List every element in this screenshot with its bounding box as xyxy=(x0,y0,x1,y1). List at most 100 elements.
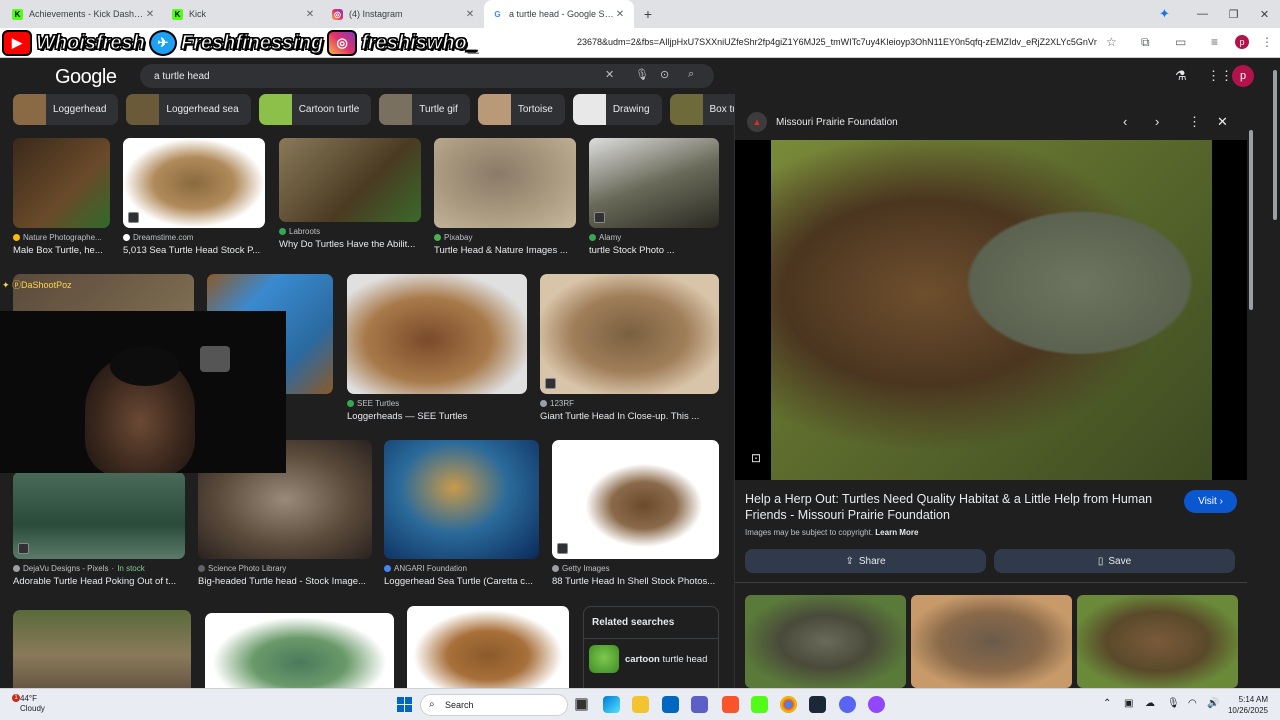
steam-icon[interactable] xyxy=(809,696,826,713)
close-icon[interactable]: ✕ xyxy=(304,9,316,20)
windows-start-icon[interactable] xyxy=(397,697,412,712)
chrome-icon[interactable] xyxy=(780,696,797,713)
image-result-card[interactable]: Nature Photographe... Male Box Turtle, he… xyxy=(13,138,110,256)
image-result-card[interactable] xyxy=(205,613,394,688)
store-icon[interactable] xyxy=(662,696,679,713)
maximize-icon[interactable]: ❐ xyxy=(1218,8,1249,21)
chip-tortoise[interactable]: Tortoise xyxy=(477,94,565,125)
panel-scrollbar[interactable] xyxy=(1248,130,1254,690)
result-title[interactable]: Loggerheads — SEE Turtles xyxy=(347,411,527,422)
taskbar-search[interactable]: ⌕ Search xyxy=(420,694,568,716)
result-source[interactable]: ANGARI Foundation xyxy=(384,564,539,573)
network-icon[interactable]: ☁ xyxy=(1145,698,1155,709)
tray-overflow-icon[interactable]: ⌃ xyxy=(1103,698,1111,709)
chip-box-turtle[interactable]: Box turtle xyxy=(669,94,734,125)
image-result-card[interactable]: Dreamstime.com 5,013 Sea Turtle Head Stoc… xyxy=(123,138,265,256)
copilot-icon[interactable] xyxy=(603,696,620,713)
google-account-avatar[interactable]: p xyxy=(1232,65,1254,87)
save-button[interactable]: ▯ Save xyxy=(994,549,1235,573)
result-source[interactable]: Nature Photographe... xyxy=(13,233,110,242)
system-clock[interactable]: 5:14 AM 10/26/2025 xyxy=(1222,694,1268,716)
url-field[interactable]: 23678&udm=2&fbs=AIljpHxU7SXXniUZfeShr2fp… xyxy=(577,37,1097,47)
volume-icon[interactable]: 🔊 xyxy=(1207,698,1219,709)
result-source[interactable]: Dreamstime.com xyxy=(123,233,265,242)
extensions-icon[interactable]: ⧉ xyxy=(1141,35,1150,50)
obs-icon[interactable] xyxy=(868,696,885,713)
result-title[interactable]: Adorable Turtle Head Poking Out of t... xyxy=(13,576,185,587)
learn-more-link[interactable]: Learn More xyxy=(875,528,918,537)
result-source[interactable]: SEE Turtles xyxy=(347,399,527,408)
gemini-sparkle-icon[interactable]: ✦ xyxy=(1159,6,1170,22)
result-source[interactable]: DejaVu Designs - Pixels · In stock xyxy=(13,564,185,573)
similar-image-thumbnail[interactable] xyxy=(911,595,1072,688)
chip-loggerhead[interactable]: Loggerhead xyxy=(13,94,119,125)
image-result-card[interactable] xyxy=(407,606,569,688)
result-source[interactable]: Labroots xyxy=(279,227,421,236)
next-arrow-icon[interactable]: › xyxy=(1155,114,1159,129)
preview-title[interactable]: Help a Herp Out: Turtles Need Quality Ha… xyxy=(745,491,1165,523)
result-source[interactable]: Getty Images xyxy=(552,564,719,573)
close-icon[interactable]: ✕ xyxy=(144,9,156,20)
task-view-icon[interactable] xyxy=(575,698,588,711)
result-source[interactable]: Pixabay xyxy=(434,233,576,242)
kick-app-icon[interactable] xyxy=(751,696,768,713)
result-image[interactable] xyxy=(589,138,719,228)
chip-loggerhead-sea[interactable]: Loggerhead sea xyxy=(126,94,251,125)
scrollbar-thumb[interactable] xyxy=(1273,70,1277,220)
image-result-card[interactable]: Alamy turtle Stock Photo ... xyxy=(589,138,719,256)
result-image[interactable] xyxy=(540,274,719,394)
bookmark-star-icon[interactable]: ☆ xyxy=(1106,35,1117,49)
image-result-card[interactable]: Pixabay Turtle Head & Nature Images ... xyxy=(434,138,576,256)
result-title[interactable]: Why Do Turtles Have the Abilit... xyxy=(279,239,421,250)
result-title[interactable]: Loggerhead Sea Turtle (Caretta c... xyxy=(384,576,539,587)
result-title[interactable]: 5,013 Sea Turtle Head Stock P... xyxy=(123,245,265,256)
result-image[interactable] xyxy=(279,138,421,222)
tab-instagram[interactable]: ◎ (4) Instagram ✕ xyxy=(324,0,484,28)
result-title[interactable]: 88 Turtle Head In Shell Stock Photos... xyxy=(552,576,719,587)
discord-icon[interactable] xyxy=(839,696,856,713)
preview-turtle-image[interactable] xyxy=(771,140,1212,480)
teams-icon[interactable] xyxy=(691,696,708,713)
wifi-icon[interactable]: ◠ xyxy=(1188,698,1197,709)
result-image[interactable] xyxy=(347,274,527,394)
result-title[interactable]: Big-headed Turtle head - Stock Image... xyxy=(198,576,372,587)
image-result-card[interactable]: ANGARI Foundation Loggerhead Sea Turtle (… xyxy=(384,440,539,587)
related-search-item[interactable]: cartoon turtle head xyxy=(584,639,718,679)
image-result-card[interactable] xyxy=(13,610,191,688)
similar-image-thumbnail[interactable] xyxy=(1077,595,1238,688)
image-result-card[interactable]: 123RF Giant Turtle Head In Close-up. This… xyxy=(540,274,719,422)
result-image[interactable] xyxy=(13,138,110,228)
brave-icon[interactable] xyxy=(722,696,739,713)
result-image[interactable] xyxy=(123,138,265,228)
media-control-icon[interactable]: ≡ xyxy=(1211,35,1218,49)
tab-google-search[interactable]: G a turtle head - Google Search ✕ xyxy=(484,0,634,28)
labs-flask-icon[interactable]: ⚗ xyxy=(1175,68,1187,84)
file-explorer-icon[interactable] xyxy=(632,696,649,713)
tab-kick-dashboard[interactable]: K Achievements - Kick Dashboard ✕ xyxy=(4,0,164,28)
previous-arrow-icon[interactable]: ‹ xyxy=(1123,114,1127,129)
similar-image-thumbnail[interactable] xyxy=(745,595,906,688)
result-title[interactable]: Male Box Turtle, he... xyxy=(13,245,110,256)
result-image[interactable] xyxy=(552,440,719,559)
result-source[interactable]: Science Photo Library xyxy=(198,564,372,573)
chip-drawing[interactable]: Drawing xyxy=(572,94,662,125)
search-icon[interactable]: ⌕ xyxy=(688,68,694,81)
close-preview-icon[interactable]: ✕ xyxy=(1217,114,1228,130)
lens-icon[interactable]: ⊙ xyxy=(660,68,669,81)
result-image[interactable] xyxy=(13,472,185,559)
page-scrollbar[interactable] xyxy=(1270,58,1280,688)
minimize-icon[interactable]: — xyxy=(1187,8,1218,20)
image-result-card[interactable]: SEE Turtles Loggerheads — SEE Turtles xyxy=(347,274,527,422)
browser-menu-icon[interactable]: ⋮ xyxy=(1261,35,1273,49)
microphone-tray-icon[interactable]: 🎙 xyxy=(1167,698,1180,709)
result-title[interactable]: Turtle Head & Nature Images ... xyxy=(434,245,576,256)
microphone-icon[interactable]: 🎙 xyxy=(635,68,649,81)
clear-icon[interactable]: ✕ xyxy=(605,68,614,81)
result-source[interactable]: Alamy xyxy=(589,233,719,242)
result-source[interactable]: 123RF xyxy=(540,399,719,408)
result-image[interactable] xyxy=(434,138,576,228)
close-icon[interactable]: ✕ xyxy=(614,9,626,20)
preview-site-name[interactable]: Missouri Prairie Foundation xyxy=(776,117,898,128)
share-button[interactable]: ⇪ Share xyxy=(745,549,986,573)
tab-kick[interactable]: K Kick ✕ xyxy=(164,0,324,28)
